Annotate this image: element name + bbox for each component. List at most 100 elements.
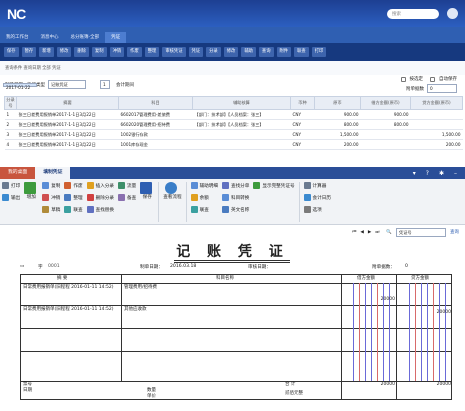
voucher-type-field[interactable]: 记账凭证 — [48, 80, 86, 89]
balance-button[interactable]: 余额 — [190, 194, 218, 203]
attachments-value[interactable]: 0 — [405, 264, 408, 269]
settings-icon[interactable]: ✱ — [439, 170, 444, 177]
save-icon — [140, 182, 153, 194]
column-header[interactable]: 币种 — [290, 96, 315, 110]
copy-button[interactable]: 复制 — [42, 182, 60, 191]
entries-table: 分录号 摘要 科目 辅助核算 币种 原币 借方金额(原币) 贷方金额(原币) 1… — [4, 96, 463, 150]
add-button[interactable]: 增加 — [24, 182, 38, 203]
table-row[interactable]: 3 张三日差费用报销单2017-1-1日3月22日 1002银行存款 CNY 1… — [4, 129, 463, 140]
last-page-icon[interactable]: ⏭ — [375, 229, 379, 235]
toolbar-button[interactable]: 分录 — [206, 47, 221, 57]
toolbar-button[interactable]: 整理 — [144, 47, 160, 57]
delete-entry-button[interactable]: 删除分录 — [86, 194, 114, 203]
memo-button[interactable]: 备查 — [118, 194, 136, 203]
toolbar-button[interactable]: 凭证 — [188, 47, 204, 57]
toolbar-button[interactable]: 暂存 — [21, 47, 37, 57]
next-page-icon[interactable]: ▶ — [368, 230, 371, 235]
print-button[interactable]: 打印 — [2, 182, 20, 191]
toolbar-button[interactable]: 新增 — [39, 47, 54, 57]
calculator-button[interactable]: 计算器 — [303, 182, 331, 191]
column-header[interactable]: 贷方金额(原币) — [410, 96, 463, 110]
view-process-button[interactable]: 查看流程 — [163, 182, 182, 203]
tab-workbench[interactable]: 我的工作台 — [0, 32, 35, 43]
toolbar-button[interactable]: 删除 — [74, 47, 89, 57]
toolbar-button[interactable]: 查询 — [258, 47, 274, 57]
dropdown-icon[interactable]: ▾ — [413, 170, 416, 177]
toolbar-button[interactable]: 打印 — [311, 47, 327, 57]
aux-detail-button[interactable]: 辅助明细 — [190, 182, 218, 191]
cell: 张三日差费用报销单2017-1-1日3月22日 — [16, 109, 119, 120]
checkbox-icon[interactable] — [400, 76, 406, 82]
insert-entry-button[interactable]: 插入分录 — [86, 182, 114, 191]
find-replace-button[interactable]: 查找替换 — [86, 206, 114, 215]
toolbar-button[interactable]: 辅助 — [241, 47, 256, 57]
help-icon[interactable]: ? — [426, 170, 429, 177]
link-query-button-2[interactable]: 联查 — [190, 206, 218, 215]
calendar-button[interactable]: 会计日历 — [303, 194, 331, 203]
entry-credit[interactable]: 20000 — [398, 310, 451, 316]
voucher-meta: ▭ 字 0001 制单日期： 2016.03.18 审核日期： 附单据数： 0 — [0, 264, 465, 272]
toolbar-button[interactable]: 附件 — [276, 47, 292, 57]
period-field[interactable]: 1 — [100, 80, 110, 89]
first-page-icon[interactable]: ⏮ — [352, 229, 356, 235]
toolbar-button[interactable]: 修改 — [223, 47, 239, 57]
minimize-icon[interactable]: – — [454, 170, 457, 177]
save-button[interactable]: 保存 — [140, 182, 154, 203]
draft-button[interactable]: 草稿 — [42, 206, 60, 215]
tab-fill-voucher[interactable]: 填制凭证 — [35, 167, 71, 179]
void-button[interactable]: 作废 — [64, 182, 83, 191]
tab-ledger[interactable]: 总分账簿-全部 — [65, 32, 106, 43]
tab-my-desktop[interactable]: 我的桌面 — [0, 167, 36, 179]
table-row[interactable]: 4 张三日差费用报销单2017-1-1日3月22日 1001库存现金 CNY 2… — [4, 139, 463, 150]
entry-summary[interactable]: 日常费用报销单(旧程程 2016-01-11 14:52) — [23, 307, 119, 313]
table-row[interactable]: 1 张三日差费用报销单2017-1-1日3月22日 6602017管理费用-差旅… — [4, 109, 463, 120]
reverse-button[interactable]: 冲销 — [42, 194, 60, 203]
prev-page-icon[interactable]: ◀ — [360, 230, 363, 235]
attachments-field[interactable]: 0 — [427, 84, 457, 93]
english-name-button[interactable]: 英文名称 — [221, 206, 249, 215]
tab-messages[interactable]: 消息中心 — [35, 32, 65, 43]
tab-voucher[interactable]: 凭证 — [105, 31, 127, 43]
arrange-button[interactable]: 整理 — [64, 194, 83, 203]
toolbar-button[interactable]: 复制 — [91, 47, 107, 57]
options-button[interactable]: 选项 — [303, 206, 331, 215]
toolbar-button[interactable]: 联查 — [294, 47, 309, 57]
show-full-number-button[interactable]: 显示完整凭证号 — [253, 182, 295, 191]
entry-summary[interactable]: 日常费用报销单(旧程程 2016-01-11 14:52) — [23, 285, 119, 291]
entry-debit[interactable]: 20000 — [343, 297, 395, 303]
column-header[interactable]: 分录号 — [4, 96, 17, 110]
delete-icon — [86, 194, 94, 201]
entry-subject[interactable]: 其他应收款 — [124, 307, 147, 313]
summary-header: 摘 要 — [57, 276, 68, 281]
nc-toolbar: 保存 暂存 新增 修改 删除 复制 冲销 作废 整理 审核凭证 凭证 分录 修改… — [0, 43, 465, 61]
voucher-number[interactable]: 0001 — [48, 264, 60, 269]
date-value[interactable]: 2016.03.18 — [170, 264, 196, 269]
voucher-number-search[interactable]: 凭证号 — [396, 227, 446, 237]
table-row[interactable]: 2 张三日差费用报销单2017-1-1日3月22日 6602020管理费用-招待… — [4, 119, 463, 130]
global-search-input[interactable]: 搜索 — [387, 9, 439, 19]
flow-button[interactable]: 流量 — [118, 182, 136, 191]
column-header[interactable]: 借方金额(原币) — [360, 96, 411, 110]
cell: CNY — [290, 119, 315, 130]
query-link[interactable]: 查询 — [450, 229, 459, 235]
filter-text[interactable]: 查询条件 查询日期 全部 凭证 — [5, 65, 61, 71]
nc-tab-bar: 我的工作台 消息中心 总分账簿-全部 凭证 — [0, 27, 465, 43]
subject-convert-button[interactable]: 科目转换 — [221, 194, 249, 203]
export-button[interactable]: 输出 — [2, 194, 20, 203]
checkbox-icon[interactable] — [430, 76, 435, 82]
entry-subject[interactable]: 管理费用/招待费 — [124, 285, 157, 291]
toolbar-button[interactable]: 作废 — [127, 47, 142, 57]
toolbar-button[interactable]: 保存 — [4, 47, 19, 57]
user-avatar-icon[interactable] — [447, 8, 458, 19]
column-header[interactable]: 原币 — [314, 96, 361, 110]
date-field[interactable]: 2017-01-22 — [3, 82, 37, 90]
toolbar-button[interactable]: 冲销 — [109, 47, 125, 57]
column-header[interactable]: 科目 — [118, 96, 193, 110]
link-query-button[interactable]: 联查 — [64, 206, 83, 215]
cell — [192, 129, 291, 140]
column-header[interactable]: 摘要 — [16, 96, 119, 110]
toolbar-button[interactable]: 修改 — [56, 47, 72, 57]
toolbar-button[interactable]: 审核凭证 — [162, 47, 186, 57]
column-header[interactable]: 辅助核算 — [192, 96, 291, 110]
find-split-button[interactable]: 查找分单 — [221, 182, 249, 191]
